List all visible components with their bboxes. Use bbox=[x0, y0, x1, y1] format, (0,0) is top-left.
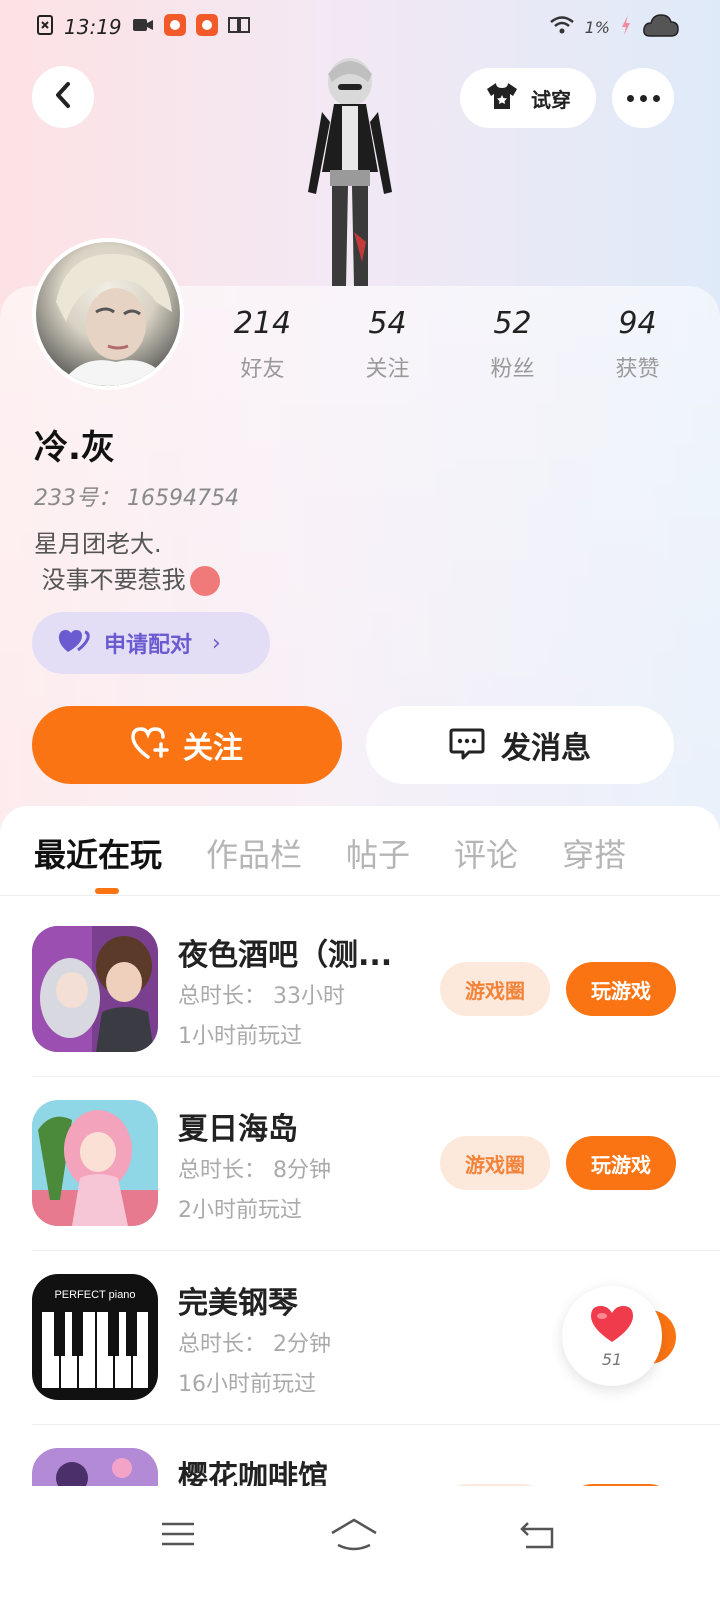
follow-label: 关注 bbox=[183, 731, 243, 766]
game-title: 樱花咖啡馆 bbox=[178, 1460, 328, 1486]
home-icon bbox=[330, 1517, 378, 1555]
game-last-played: 16小时前玩过 bbox=[178, 1372, 316, 1397]
dressup-character-image[interactable] bbox=[290, 52, 410, 286]
game-circle-button[interactable]: 游戏圈 bbox=[440, 962, 550, 1016]
divider bbox=[32, 1250, 720, 1251]
chevron-right-icon: › bbox=[212, 630, 221, 656]
divider bbox=[32, 1424, 720, 1425]
stat-followers[interactable]: 52 粉丝 bbox=[450, 306, 575, 383]
game-title: 完美钢琴 bbox=[178, 1286, 298, 1321]
game-icon-perfect-piano[interactable]: PERFECT piano bbox=[32, 1274, 158, 1400]
play-game-button[interactable]: 玩游戏 bbox=[566, 962, 676, 1016]
more-dot-icon bbox=[652, 94, 660, 102]
stat-likes[interactable]: 94 获赞 bbox=[575, 306, 700, 383]
send-message-label: 发消息 bbox=[501, 731, 591, 766]
game-list-item[interactable]: 夜色酒吧（测... 总时长： 33小时 1小时前玩过 游戏圈 玩游戏 bbox=[32, 926, 688, 1052]
like-count: 51 bbox=[601, 1349, 623, 1369]
tab-recently-played[interactable]: 最近在玩 bbox=[34, 830, 162, 876]
cloud-battery-icon bbox=[642, 12, 680, 42]
follow-button[interactable]: 关注 bbox=[32, 706, 342, 784]
icon-brand-text: PERFECT piano bbox=[54, 1289, 135, 1301]
stat-label: 粉丝 bbox=[490, 357, 535, 382]
active-tab-indicator bbox=[95, 888, 119, 894]
profile-tabs: 最近在玩 作品栏 帖子 评论 穿搭 bbox=[34, 830, 626, 876]
back-arrow-icon bbox=[520, 1519, 556, 1553]
game-icon-night-bar[interactable] bbox=[32, 926, 158, 1052]
wifi-icon bbox=[549, 15, 575, 39]
battery-percent: 1% bbox=[584, 17, 610, 37]
stat-value: 52 bbox=[493, 306, 532, 341]
heart-plus-icon bbox=[131, 726, 169, 764]
stat-following[interactable]: 54 关注 bbox=[325, 306, 450, 383]
floating-like-button[interactable]: 51 bbox=[562, 1286, 662, 1386]
stat-label: 好友 bbox=[240, 357, 285, 382]
angry-emoji-icon bbox=[189, 566, 220, 596]
stat-value: 94 bbox=[618, 306, 657, 341]
game-list-item[interactable]: 樱花咖啡馆 bbox=[32, 1448, 688, 1486]
clock: 13:19 bbox=[64, 15, 122, 39]
more-options-button[interactable] bbox=[612, 68, 674, 128]
game-list-item[interactable]: 夏日海岛 总时长： 8分钟 2小时前玩过 游戏圈 玩游戏 bbox=[32, 1100, 688, 1226]
user-bio: 星月团老大. 没事不要惹我 bbox=[34, 526, 220, 598]
play-game-button[interactable]: 玩游戏 bbox=[566, 1136, 676, 1190]
game-icon-summer-island[interactable] bbox=[32, 1100, 158, 1226]
menu-icon bbox=[161, 1521, 195, 1551]
bio-line: 星月团老大. bbox=[34, 530, 162, 558]
video-icon bbox=[132, 17, 154, 37]
tab-outfits[interactable]: 穿搭 bbox=[562, 830, 626, 876]
game-last-played: 1小时前玩过 bbox=[178, 1024, 302, 1049]
divider bbox=[0, 895, 720, 896]
apply-pair-label: 申请配对 bbox=[104, 633, 193, 658]
stat-label: 获赞 bbox=[615, 357, 660, 382]
user-id[interactable]: 233号： 16594754 bbox=[34, 480, 239, 512]
game-circle-button[interactable]: 游戏圈 bbox=[440, 1136, 550, 1190]
bio-line-2: 没事不要惹我 bbox=[34, 562, 220, 598]
tab-posts[interactable]: 帖子 bbox=[346, 830, 410, 876]
book-icon bbox=[227, 16, 250, 38]
user-nickname: 冷.灰 bbox=[34, 428, 115, 468]
game-title: 夜色酒吧（测... bbox=[178, 938, 393, 973]
game-title: 夏日海岛 bbox=[178, 1112, 298, 1147]
system-nav-bar bbox=[0, 1486, 720, 1600]
try-on-label: 试穿 bbox=[531, 87, 571, 112]
game-total-duration: 总时长： 2分钟 bbox=[178, 1332, 331, 1357]
profile-stats: 214 好友 54 关注 52 粉丝 94 获赞 bbox=[200, 306, 700, 383]
game-icon-sakura-cafe[interactable] bbox=[32, 1448, 158, 1486]
stat-label: 关注 bbox=[365, 357, 410, 382]
chat-bubble-icon bbox=[449, 726, 485, 764]
more-dot-icon bbox=[626, 94, 634, 102]
game-total-duration: 总时长： 8分钟 bbox=[178, 1158, 331, 1183]
app-notification-icon bbox=[163, 14, 186, 40]
status-bar: 13:19 1% bbox=[0, 0, 720, 56]
charging-icon bbox=[620, 14, 632, 40]
nav-back-button[interactable] bbox=[508, 1506, 568, 1566]
stat-value: 214 bbox=[233, 306, 292, 341]
sim-error-icon bbox=[36, 14, 54, 40]
user-avatar[interactable] bbox=[32, 238, 184, 390]
try-on-button[interactable]: 试穿 bbox=[460, 68, 596, 128]
send-message-button[interactable]: 发消息 bbox=[366, 706, 674, 784]
nav-home-button[interactable] bbox=[324, 1506, 384, 1566]
heart-icon bbox=[589, 1304, 635, 1348]
nav-menu-button[interactable] bbox=[148, 1506, 208, 1566]
apply-pair-button[interactable]: 申请配对 › bbox=[32, 612, 270, 674]
divider bbox=[32, 1076, 720, 1077]
game-last-played: 2小时前玩过 bbox=[178, 1198, 302, 1223]
more-dot-icon bbox=[639, 94, 647, 102]
stat-friends[interactable]: 214 好友 bbox=[200, 306, 325, 383]
chevron-left-icon bbox=[53, 81, 73, 113]
bio-line-text: 没事不要惹我 bbox=[41, 566, 186, 594]
back-button[interactable] bbox=[32, 66, 94, 128]
stat-value: 54 bbox=[368, 306, 407, 341]
tshirt-icon bbox=[485, 81, 519, 115]
tab-works[interactable]: 作品栏 bbox=[206, 830, 302, 876]
hearts-icon bbox=[58, 628, 90, 658]
tab-comments[interactable]: 评论 bbox=[454, 830, 518, 876]
game-total-duration: 总时长： 33小时 bbox=[178, 984, 345, 1009]
app-notification-icon bbox=[195, 14, 218, 40]
